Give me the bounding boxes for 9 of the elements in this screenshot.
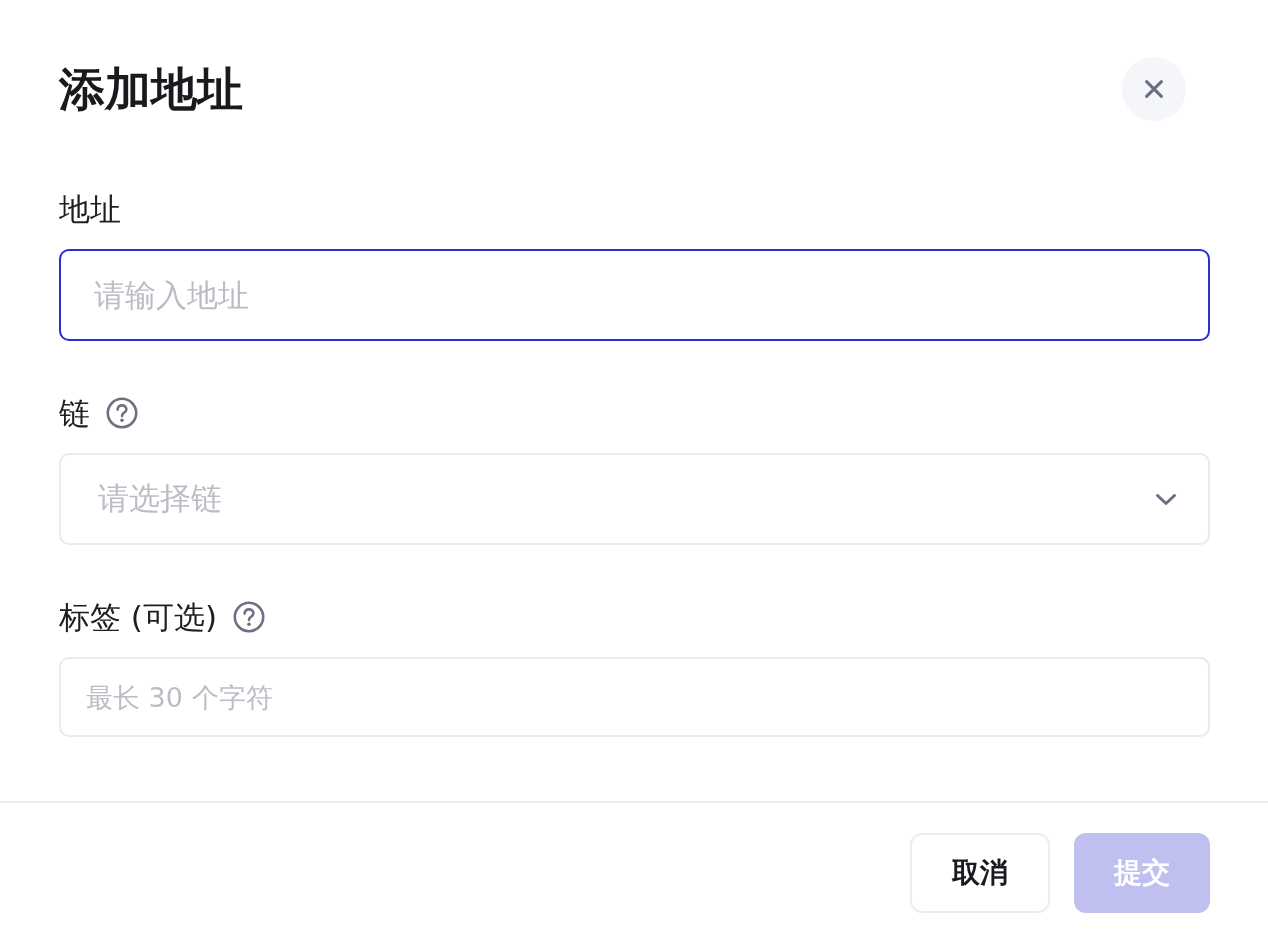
chevron-down-icon bbox=[1155, 492, 1177, 506]
field-label: 地址 bbox=[59, 190, 121, 229]
dialog-title: 添加地址 bbox=[59, 61, 243, 118]
cancel-button[interactable]: 取消 bbox=[910, 833, 1050, 913]
field-label: 链 bbox=[59, 394, 90, 433]
select-field[interactable]: 请选择链 bbox=[59, 453, 1210, 545]
field-label: 标签 (可选) bbox=[59, 598, 218, 637]
close-icon bbox=[1145, 80, 1163, 98]
input-field[interactable]: 请输入地址 bbox=[59, 249, 1210, 341]
